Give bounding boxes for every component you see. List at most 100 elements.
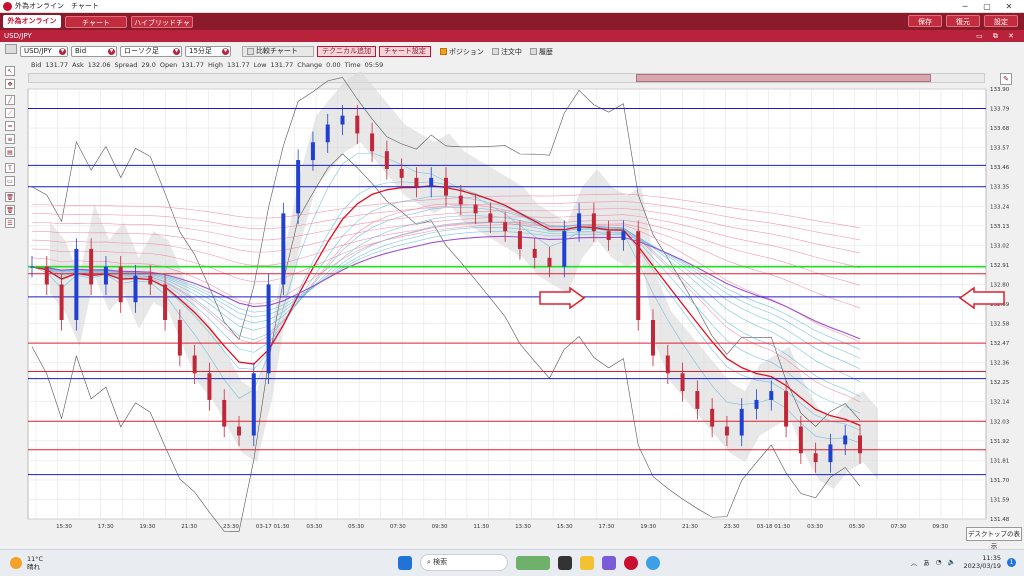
windows-start-icon[interactable] [398, 555, 412, 570]
ma-ribbon-pink [31, 203, 861, 403]
candle-body [473, 204, 478, 214]
taskbar-search[interactable]: ⌕ 検索 [420, 554, 508, 571]
chart-menu-button[interactable]: チャート [65, 15, 127, 28]
candle-body [429, 177, 434, 187]
info-value: 131.77 [226, 61, 250, 69]
candle-body [562, 231, 567, 267]
history-checkbox[interactable] [529, 48, 537, 55]
browser-icon[interactable] [646, 555, 660, 570]
chart-type-select[interactable]: ローソク足 ▼ [120, 46, 182, 57]
chat-icon[interactable] [602, 555, 616, 570]
period-select[interactable]: 15分足 ▼ [185, 46, 231, 57]
x-tick-label: 15:30 [557, 524, 573, 530]
info-key: Open [159, 61, 178, 69]
candle-body [399, 168, 404, 178]
save-button[interactable]: 保存 [908, 15, 942, 27]
pane-header: USD/JPY ▭ ⧉ ✕ [0, 30, 1024, 42]
candle-body [858, 435, 862, 454]
candle-body [74, 248, 79, 320]
cursor-tool-icon[interactable]: ↖ [5, 66, 15, 76]
ray-tool-icon[interactable]: ⟋ [5, 108, 15, 118]
candle-body [192, 355, 197, 374]
collapse-panel-icon[interactable] [5, 44, 17, 54]
x-tick-label: 15:30 [56, 524, 72, 530]
trendline-tool-icon[interactable]: ╱ [5, 95, 15, 105]
news-widget-icon[interactable] [516, 555, 550, 570]
x-tick-label: 11:30 [473, 524, 489, 530]
window-title: 外為オンライン チャート [15, 2, 99, 10]
trash-all-icon[interactable]: 🗑 [5, 205, 15, 215]
hline-tool-icon[interactable]: ═ [5, 121, 15, 131]
select-tool-icon[interactable]: ✥ [5, 79, 15, 89]
compare-chart-button[interactable]: 比較チャート [242, 46, 314, 57]
candle-body [503, 222, 508, 232]
restore-button[interactable]: 復元 [946, 15, 980, 27]
y-tick-label: 133.13 [990, 224, 1010, 230]
close-button[interactable]: ✕ [998, 0, 1020, 13]
scrollbar-thumb[interactable] [636, 74, 931, 82]
chart-toolbar: USD/JPY ▼ Bid ▼ ローソク足 ▼ 15分足 ▼ 比較チャート テクニカル追… [20, 44, 1020, 59]
text-tool-icon[interactable]: T [5, 163, 15, 173]
x-tick-label: 09:30 [432, 524, 448, 530]
hybrid-chart-button[interactable]: ハイブリッドチャート [131, 15, 193, 39]
chart-scrollbar[interactable] [28, 73, 985, 83]
candle-body [621, 231, 626, 241]
candle-body [843, 435, 848, 445]
y-tick-label: 133.02 [990, 243, 1009, 249]
candle-body [680, 373, 685, 392]
y-tick-label: 132.36 [990, 361, 1010, 367]
candle-body [44, 266, 49, 285]
info-key: Time [344, 61, 361, 69]
rect-tool-icon[interactable]: ▭ [5, 176, 15, 186]
side-select[interactable]: Bid ▼ [71, 46, 117, 57]
orders-checkbox[interactable] [491, 48, 499, 55]
chevron-down-icon: ▼ [173, 48, 180, 55]
position-checkbox[interactable] [439, 48, 447, 55]
clock[interactable]: 11:35 2023/03/19 [964, 554, 1001, 570]
wifi-icon[interactable]: ◔ [936, 558, 942, 566]
y-tick-label: 133.68 [990, 126, 1010, 132]
x-tick-label: 17:30 [599, 524, 615, 530]
info-value: 0.00 [326, 61, 341, 69]
list-tool-icon[interactable]: ☰ [5, 218, 15, 228]
candle-body [591, 213, 596, 232]
y-tick-label: 131.70 [990, 478, 1010, 484]
y-tick-label: 133.35 [990, 185, 1010, 191]
orders-toggle[interactable]: 注文中 [491, 47, 522, 57]
ma-ribbon-pink [31, 214, 861, 269]
fib-tool-icon[interactable]: ▤ [5, 147, 15, 157]
file-explorer-icon[interactable] [580, 555, 594, 570]
x-tick-label: 05:30 [849, 524, 865, 530]
position-toggle[interactable]: ポジション [439, 47, 484, 57]
ma-ribbon-pink [31, 201, 861, 241]
app-window: 外為オンライン チャート ─ ▢ ✕ 外為オンライン チャート ハイブリッドチャ… [0, 0, 1024, 576]
candle-body [769, 391, 774, 400]
history-toggle[interactable]: 履歴 [529, 47, 553, 57]
draw-tool-icon[interactable]: ✎ [1000, 73, 1012, 85]
delete-tool-icon[interactable]: 🗑 [5, 192, 15, 202]
y-tick-label: 131.48 [990, 517, 1010, 523]
chart-settings-button[interactable]: チャート設定 [379, 46, 431, 57]
ma-ribbon-blue [31, 226, 861, 359]
ime-indicator[interactable]: あ [923, 557, 930, 567]
pair-select[interactable]: USD/JPY ▼ [20, 46, 68, 57]
channel-tool-icon[interactable]: ≡ [5, 134, 15, 144]
maximize-button[interactable]: ▢ [976, 0, 998, 13]
notification-badge[interactable]: 1 [1007, 557, 1016, 567]
minimize-button[interactable]: ─ [954, 0, 976, 13]
compare-checkbox[interactable] [247, 47, 254, 55]
task-view-icon[interactable] [558, 555, 572, 570]
pane-window-controls[interactable]: ▭ ⧉ ✕ [976, 30, 1018, 42]
add-technical-button[interactable]: テクニカル追加 [317, 46, 376, 57]
chevron-up-icon[interactable]: ︿ [911, 557, 918, 567]
settings-button[interactable]: 設定 [984, 15, 1018, 27]
app-logo-icon [3, 1, 12, 11]
y-tick-label: 132.69 [990, 302, 1010, 308]
speaker-icon[interactable]: 🔈 [947, 558, 955, 566]
candle-body [739, 408, 744, 436]
price-chart[interactable]: 133.90 133.79 133.68 133.57 133.46 133.35 133.… [0, 0, 1024, 576]
candle-body [384, 151, 389, 169]
weather-widget[interactable]: 11°C 晴れ [10, 555, 43, 571]
weather-temp: 11°C [27, 555, 44, 563]
gaitame-app-icon[interactable] [624, 555, 638, 570]
